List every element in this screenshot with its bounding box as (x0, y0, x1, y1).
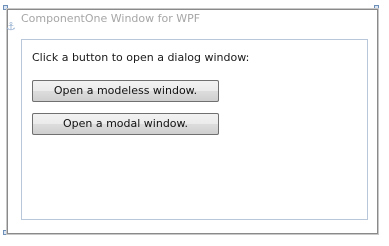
anchor-icon: ⚓ (6, 20, 16, 33)
instruction-text: Click a button to open a dialog window: (32, 51, 250, 64)
content-panel: Click a button to open a dialog window: … (21, 39, 368, 220)
window-title: ComponentOne Window for WPF (21, 12, 201, 25)
open-modeless-window-button[interactable]: Open a modeless window. (32, 80, 219, 102)
open-modal-window-button[interactable]: Open a modal window. (32, 113, 219, 135)
